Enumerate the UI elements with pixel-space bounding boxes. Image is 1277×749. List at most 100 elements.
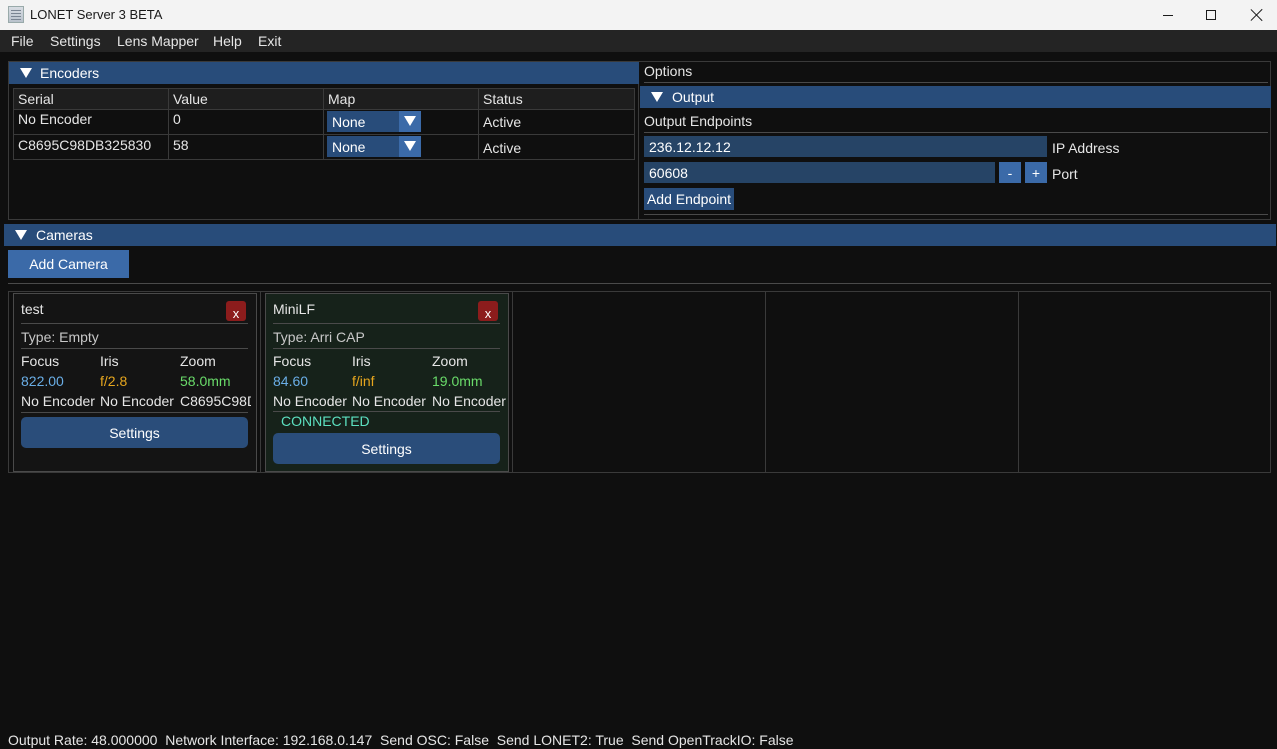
- output-rate: Output Rate: 48.000000: [8, 732, 158, 748]
- chevron-down-icon: [404, 141, 416, 151]
- col-serial: Serial: [13, 89, 169, 109]
- close-window-button[interactable]: [1234, 0, 1277, 30]
- map-select[interactable]: None: [327, 111, 421, 132]
- encoders-title: Encoders: [40, 65, 100, 81]
- grid-border: [512, 291, 513, 473]
- grid-border: [1270, 291, 1271, 473]
- encoder-value: 58: [173, 137, 189, 153]
- encoder-serial: C8695C98DB325830: [18, 137, 152, 153]
- zoom-value: 58.0mm: [180, 373, 231, 389]
- zoom-label: Zoom: [432, 353, 468, 369]
- status-bar: Output Rate: 48.000000 Network Interface…: [8, 732, 794, 748]
- add-camera-button[interactable]: Add Camera: [8, 250, 129, 278]
- menu-help[interactable]: Help: [213, 33, 242, 49]
- map-select[interactable]: None: [327, 136, 421, 157]
- minimize-button[interactable]: [1145, 0, 1191, 30]
- iris-value: f/inf: [352, 373, 375, 389]
- ip-address-input[interactable]: 236.12.12.12: [644, 136, 1047, 157]
- grid-border: [1018, 291, 1019, 473]
- separator: [273, 411, 500, 412]
- separator: [21, 412, 248, 413]
- cameras-title: Cameras: [36, 227, 93, 243]
- table-border: [634, 88, 635, 160]
- encoder-serial: No Encoder: [18, 111, 92, 127]
- table-border: [13, 159, 635, 160]
- iris-encoder: No Encoder: [100, 393, 174, 409]
- grid-border: [765, 291, 766, 473]
- port-input[interactable]: 60608: [644, 162, 995, 183]
- options-title: Options: [644, 63, 693, 79]
- focus-label: Focus: [21, 353, 60, 369]
- menu-file[interactable]: File: [11, 33, 34, 49]
- focus-encoder: No Encoder: [21, 393, 95, 409]
- zoom-encoder: C8695C98D: [180, 393, 251, 409]
- table-border: [13, 88, 635, 89]
- map-select-value: None: [332, 139, 366, 155]
- send-lonet2: Send LONET2: True: [496, 732, 624, 748]
- maximize-button[interactable]: [1188, 0, 1234, 30]
- grid-border: [8, 291, 9, 473]
- menu-settings[interactable]: Settings: [50, 33, 101, 49]
- col-status: Status: [478, 89, 635, 109]
- output-endpoints-label: Output Endpoints: [644, 113, 753, 129]
- separator: [21, 348, 248, 349]
- app-logo-icon: [8, 6, 24, 23]
- menu-bar: File Settings Lens Mapper Help Exit: [0, 30, 1277, 52]
- focus-value: 822.00: [21, 373, 64, 389]
- camera-name: test: [21, 301, 44, 317]
- grid-border: [260, 291, 261, 473]
- zoom-label: Zoom: [180, 353, 216, 369]
- collapse-arrow-icon: [651, 92, 663, 102]
- camera-settings-button[interactable]: Settings: [273, 433, 500, 464]
- encoders-header[interactable]: Encoders: [9, 62, 639, 84]
- output-header[interactable]: Output: [640, 86, 1271, 108]
- col-value: Value: [168, 89, 324, 109]
- separator: [644, 214, 1268, 215]
- dropdown-button[interactable]: [399, 136, 421, 157]
- dropdown-button[interactable]: [399, 111, 421, 132]
- cameras-header[interactable]: Cameras: [4, 224, 1276, 246]
- camera-type: Type: Arri CAP: [273, 329, 365, 345]
- separator: [644, 132, 1268, 133]
- window-title: LONET Server 3 BETA: [30, 7, 163, 22]
- output-title: Output: [672, 89, 715, 105]
- table-border: [13, 109, 635, 110]
- add-endpoint-button[interactable]: Add Endpoint: [644, 188, 734, 210]
- map-select-value: None: [332, 114, 366, 130]
- maximize-icon: [1206, 10, 1216, 20]
- focus-value: 84.60: [273, 373, 309, 389]
- separator: [273, 348, 500, 349]
- network-interface: Network Interface: 192.168.0.147: [165, 732, 373, 748]
- port-decrement-button[interactable]: -: [999, 162, 1021, 183]
- port-increment-button[interactable]: +: [1025, 162, 1047, 183]
- separator: [21, 323, 248, 324]
- iris-encoder: No Encoder: [352, 393, 426, 409]
- table-border: [323, 88, 324, 160]
- send-opentrackio: Send OpenTrackIO: False: [631, 732, 794, 748]
- chevron-down-icon: [404, 116, 416, 126]
- zoom-encoder: No Encoder: [432, 393, 506, 409]
- separator: [273, 323, 500, 324]
- camera-name: MiniLF: [273, 301, 316, 317]
- iris-value: f/2.8: [100, 373, 128, 389]
- encoder-value: 0: [173, 111, 181, 127]
- send-osc: Send OSC: False: [380, 732, 489, 748]
- focus-encoder: No Encoder: [273, 393, 347, 409]
- camera-settings-button[interactable]: Settings: [21, 417, 248, 448]
- col-map: Map: [323, 89, 479, 109]
- menu-exit[interactable]: Exit: [258, 33, 281, 49]
- encoder-status: Active: [483, 140, 522, 156]
- close-icon: [1251, 9, 1263, 21]
- encoder-status: Active: [483, 114, 522, 130]
- title-bar: LONET Server 3 BETA: [0, 0, 1277, 30]
- focus-label: Focus: [273, 353, 312, 369]
- separator: [644, 82, 1268, 83]
- connection-status: CONNECTED: [281, 413, 370, 429]
- remove-camera-button[interactable]: x: [226, 301, 246, 321]
- zoom-value: 19.0mm: [432, 373, 483, 389]
- grid-border: [8, 472, 1271, 473]
- ip-address-label: IP Address: [1052, 140, 1120, 156]
- port-label: Port: [1052, 166, 1078, 182]
- remove-camera-button[interactable]: x: [478, 301, 498, 321]
- menu-lens-mapper[interactable]: Lens Mapper: [117, 33, 199, 49]
